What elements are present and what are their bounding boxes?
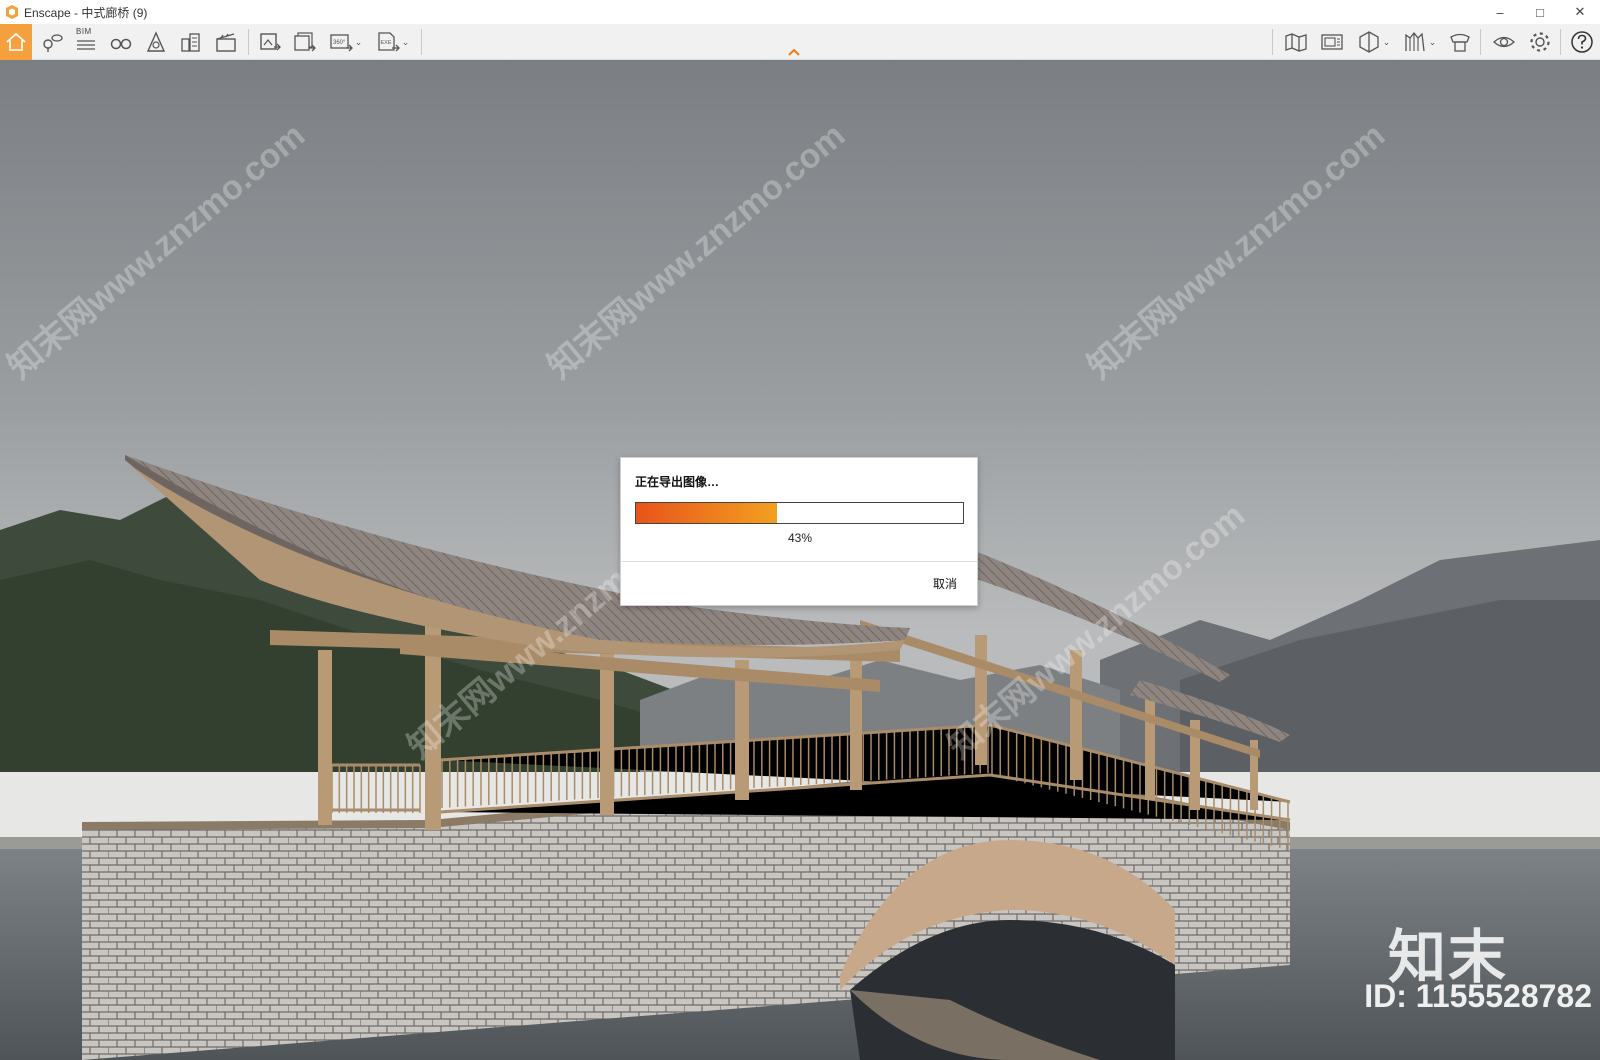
asset-library-icon (1405, 31, 1425, 52)
view-manager-button[interactable] (36, 24, 68, 60)
chevron-down-icon[interactable]: ⌄ (402, 37, 410, 48)
id-watermark: ID: 1155528782 (1364, 978, 1592, 1014)
title-bar: Enscape - 中式廊桥 (9) – □ ✕ (0, 0, 1600, 24)
export-progress-dialog: 正在导出图像… 43% 取消 (620, 457, 978, 606)
asset-library-button[interactable]: ⌄ (1398, 24, 1440, 60)
toolbar-separator (1480, 29, 1481, 55)
cube-icon (1359, 31, 1379, 53)
chevron-down-icon[interactable]: ⌄ (1429, 37, 1437, 48)
collapse-toolbar-icon[interactable] (786, 46, 802, 58)
buildings-button[interactable] (175, 24, 207, 60)
batch-render-icon (294, 32, 316, 52)
cancel-button[interactable]: 取消 (933, 575, 957, 592)
video-editor-button[interactable] (210, 24, 242, 60)
exe-export-button[interactable]: EXE ⌄ (370, 24, 414, 60)
dialog-divider (621, 561, 977, 562)
chevron-down-icon[interactable]: ⌄ (355, 37, 363, 48)
window-title: Enscape - 中式廊桥 (9) (24, 5, 148, 20)
help-button[interactable] (1566, 24, 1598, 60)
home-icon (6, 32, 26, 51)
toolbar-separator (1560, 29, 1561, 55)
bim-label: BIM (76, 27, 92, 36)
home-button[interactable] (0, 24, 32, 60)
main-toolbar: BIM 360° ⌄ EXE ⌄ ⌄ ⌄ (0, 24, 1600, 60)
view-manager-icon (43, 34, 63, 52)
exe-label: EXE (380, 40, 391, 46)
visibility-button[interactable] (1488, 24, 1520, 60)
panorama-label: 360° (333, 40, 346, 46)
toolbar-separator (421, 29, 422, 55)
panorama-button[interactable]: 360° ⌄ (324, 24, 366, 60)
bim-button[interactable]: BIM (70, 24, 102, 60)
atmosphere-button[interactable] (140, 24, 172, 60)
help-icon (1571, 31, 1593, 53)
buildings-icon (181, 33, 200, 52)
dialog-title: 正在导出图像… (635, 475, 720, 489)
chevron-down-icon[interactable]: ⌄ (1383, 37, 1391, 48)
collaboration-button[interactable] (1444, 24, 1476, 60)
progress-percent: 43% (787, 531, 813, 545)
batch-render-button[interactable] (289, 24, 321, 60)
toolbar-separator (248, 29, 249, 55)
window-controls: – □ ✕ (1480, 0, 1600, 24)
settings-button[interactable] (1524, 24, 1556, 60)
settings-icon (1530, 32, 1550, 52)
atmosphere-icon (146, 31, 166, 52)
exe-export-icon: EXE (378, 32, 400, 52)
close-button[interactable]: ✕ (1560, 0, 1600, 24)
visibility-icon (1493, 36, 1515, 48)
map-icon (1285, 33, 1307, 52)
enscape-logo-icon (6, 5, 18, 19)
render-image-icon (260, 33, 281, 51)
collaboration-icon (1450, 33, 1470, 52)
panorama-360-icon: 360° (330, 34, 353, 52)
render-image-button[interactable] (254, 24, 286, 60)
progress-bar-fill (636, 503, 777, 523)
toolbar-separator (1272, 29, 1273, 55)
minimize-button[interactable]: – (1480, 0, 1520, 24)
maximize-button[interactable]: □ (1520, 0, 1560, 24)
map-button[interactable] (1280, 24, 1312, 60)
binoculars-icon (110, 38, 132, 50)
video-button[interactable] (1316, 24, 1348, 60)
walk-mode-button[interactable] (105, 24, 137, 60)
video-icon (1321, 34, 1343, 50)
progress-bar (635, 502, 964, 524)
section-box-button[interactable]: ⌄ (1352, 24, 1394, 60)
clapperboard-icon (216, 33, 236, 52)
